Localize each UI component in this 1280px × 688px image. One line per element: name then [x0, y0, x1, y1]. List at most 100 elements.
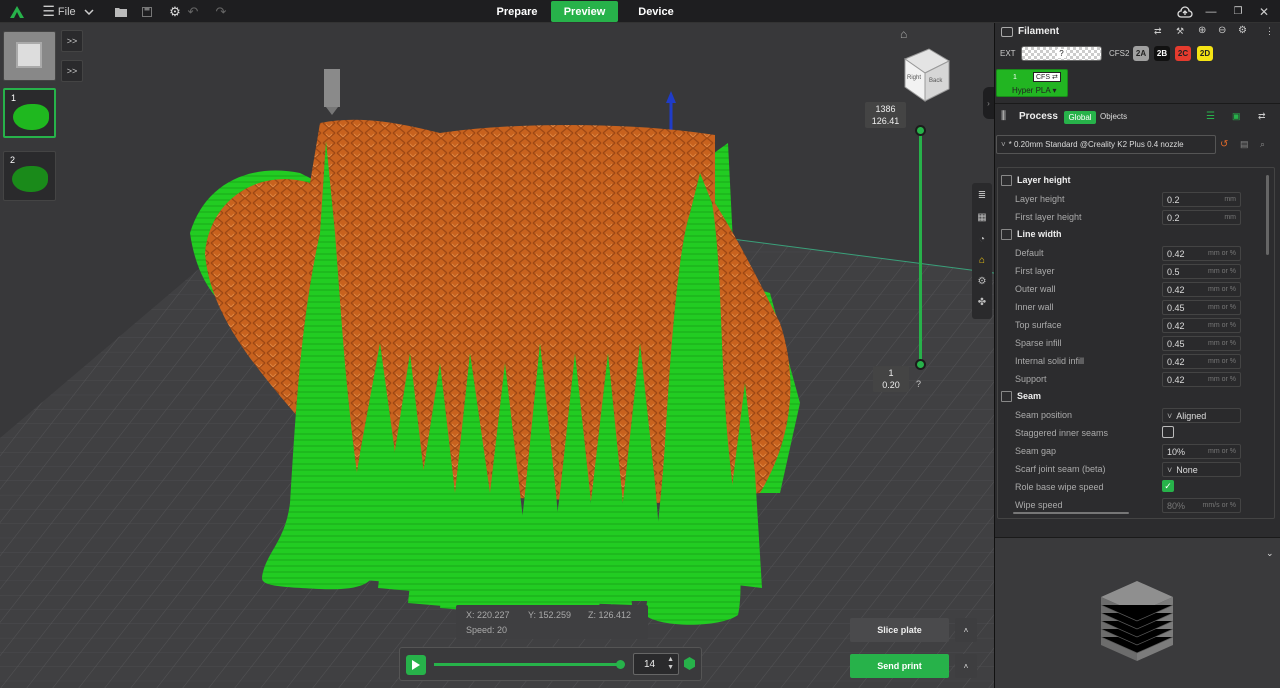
first-layer-height-input[interactable]: 0.2 mm	[1162, 210, 1241, 225]
cloud-upload-icon[interactable]	[1176, 0, 1194, 23]
plate-1-thumbnail[interactable]: 1	[3, 88, 56, 138]
lw-outer-wall-input[interactable]: 0.42 mm or %	[1162, 282, 1241, 297]
send-options-button[interactable]: ˄	[955, 654, 977, 678]
layer-slider-top-handle[interactable]	[915, 125, 926, 136]
tab-preview[interactable]: Preview	[551, 1, 618, 22]
lw-inner-wall-input[interactable]: 0.45 mm or %	[1162, 300, 1241, 315]
plate-overview-thumbnail[interactable]	[3, 31, 56, 81]
seam-gap-input[interactable]: 10% mm or %	[1162, 444, 1241, 459]
search-icon[interactable]: ⌕	[1260, 139, 1265, 150]
plate-2-thumbnail[interactable]: 2	[3, 151, 56, 201]
home-view-icon[interactable]: ⌂	[900, 27, 914, 41]
lw-first-layer-input[interactable]: 0.5 mm or %	[1162, 264, 1241, 279]
close-icon[interactable]: ✕	[1257, 0, 1271, 23]
view-cube[interactable]: Right Back	[895, 47, 955, 105]
save-preset-icon[interactable]: ▤	[1240, 139, 1249, 150]
restore-icon[interactable]: ❐	[1231, 0, 1245, 23]
lw-default-value: 0.42	[1167, 248, 1185, 259]
line-width-section: Line width	[1001, 226, 1062, 242]
preset-dropdown[interactable]: ˅ * 0.20mm Standard @Creality K2 Plus 0.4…	[996, 135, 1216, 154]
filament-remove-icon[interactable]: ⊖	[1218, 25, 1226, 36]
layers-icon[interactable]: ≣	[973, 186, 991, 204]
lw-default-label: Default	[1015, 248, 1044, 258]
preset-value: * 0.20mm Standard @Creality K2 Plus 0.4 …	[1008, 140, 1184, 149]
process-compare-icon[interactable]: ▣	[1232, 111, 1241, 122]
tab-device-label: Device	[638, 5, 674, 18]
lw-top-surface-input[interactable]: 0.42 mm or %	[1162, 318, 1241, 333]
slice-options-button[interactable]: ˄	[955, 618, 977, 642]
cfs-chip-2b-label: 2B	[1156, 49, 1168, 58]
play-button[interactable]	[406, 655, 426, 675]
lw-internal-solid-infill-input[interactable]: 0.42 mm or %	[1162, 354, 1241, 369]
plate-2-model-preview	[12, 166, 48, 192]
seam-section-title: Seam	[1017, 391, 1042, 401]
lw-sparse-infill-input[interactable]: 0.45 mm or %	[1162, 336, 1241, 351]
expand-plates-label: >>	[66, 66, 78, 76]
process-switch-icon[interactable]: ⇄	[1258, 111, 1266, 122]
minimize-icon[interactable]: —	[1204, 0, 1218, 23]
lw-support-input[interactable]: 0.42 mm or %	[1162, 372, 1241, 387]
undo-icon[interactable]: ↶	[186, 0, 200, 23]
support-icon[interactable]: ⌂	[973, 251, 991, 269]
redo-icon[interactable]: ↷	[214, 0, 228, 23]
chevron-down-icon[interactable]	[82, 0, 96, 23]
gear-icon[interactable]: ⚙	[168, 0, 182, 23]
z-value: 126.412	[598, 610, 632, 620]
open-folder-icon[interactable]	[114, 0, 128, 23]
scarf-joint-dropdown[interactable]: ˅ None	[1162, 462, 1241, 477]
send-print-button[interactable]: Send print	[850, 654, 949, 678]
role-wipe-checkbox[interactable]: ✓	[1162, 480, 1174, 492]
print-bed-scene	[0, 23, 994, 688]
collapse-preview-icon[interactable]: ⌄	[1266, 548, 1274, 559]
settings-icon[interactable]: ⚙	[973, 272, 991, 290]
cfs-chip-2c[interactable]: 2C	[1175, 46, 1191, 61]
app-logo-icon[interactable]	[8, 0, 26, 23]
lw-top-surface-unit: mm or %	[1208, 322, 1236, 329]
layer-slider-track[interactable]	[919, 131, 922, 365]
tab-prepare[interactable]: Prepare	[488, 1, 546, 22]
process-list-icon[interactable]: ☰	[1206, 111, 1215, 122]
global-toggle[interactable]: Global	[1064, 111, 1096, 124]
seam-gap-unit: mm or %	[1208, 448, 1236, 455]
expand-sidebar-button[interactable]: >>	[61, 30, 83, 52]
collapse-panel-tab[interactable]: ›	[983, 87, 994, 119]
filament-slot-1[interactable]: 1 CFS ⇄ Hyper PLA ▾	[996, 69, 1068, 97]
scarf-joint-label: Scarf joint seam (beta)	[1015, 464, 1106, 474]
z-label: Z:	[588, 610, 596, 620]
filament-tools-icon[interactable]: ⚒	[1176, 26, 1184, 37]
cfs-chip-2b[interactable]: 2B	[1154, 46, 1170, 61]
reset-preset-icon[interactable]: ↺	[1220, 139, 1228, 150]
cfs-chip-2d[interactable]: 2D	[1197, 46, 1213, 61]
lw-internal-solid-infill-unit: mm or %	[1208, 358, 1236, 365]
layer-height-input[interactable]: 0.2 mm	[1162, 192, 1241, 207]
file-menu[interactable]: ☰ File	[40, 0, 78, 23]
staggered-seams-checkbox[interactable]	[1162, 426, 1174, 438]
filament-more-icon[interactable]: ⋮	[1265, 26, 1274, 37]
filament-sync-icon[interactable]: ⇄	[1154, 26, 1162, 37]
ext-filament-slot[interactable]: ?	[1021, 46, 1102, 61]
objects-toggle[interactable]: Objects	[1100, 112, 1127, 121]
3d-preview-viewport[interactable]: 1 2 >> >> ⌂ Right Back 1386 126.41 1 0.2…	[0, 23, 994, 688]
layer-slider-help-icon[interactable]: ?	[916, 379, 921, 389]
filament-add-icon[interactable]: ⊕	[1198, 25, 1206, 36]
expand-plates-button[interactable]: >>	[61, 60, 83, 82]
seam-position-dropdown[interactable]: ˅ Aligned	[1162, 408, 1241, 423]
wipe-speed-input[interactable]: 80% mm/s or %	[1162, 498, 1241, 513]
slice-plate-button[interactable]: Slice plate	[850, 618, 949, 642]
lw-default-input[interactable]: 0.42 mm or %	[1162, 246, 1241, 261]
speed-value: 20	[497, 625, 508, 635]
settings-scrollbar[interactable]	[1266, 175, 1269, 255]
layer-height-unit: mm	[1224, 196, 1236, 203]
multi-part-icon[interactable]: ✤	[973, 293, 991, 311]
layer-slider-bottom-handle[interactable]	[915, 359, 926, 370]
save-icon[interactable]	[140, 0, 154, 23]
cfs-chip-2a[interactable]: 2A	[1133, 46, 1149, 61]
spinner-arrows-icon[interactable]: ▲ ▼	[667, 656, 674, 672]
move-spinner[interactable]: 14 ▲ ▼	[633, 653, 679, 675]
tab-device[interactable]: Device	[628, 1, 684, 22]
speed-gauge-icon[interactable]: ◔	[973, 230, 991, 248]
grid-view-icon[interactable]: ▦	[973, 208, 991, 226]
filament-slot-name[interactable]: Hyper PLA ▾	[1012, 86, 1057, 95]
role-wipe-label: Role base wipe speed	[1015, 482, 1104, 492]
filament-settings-icon[interactable]: ⚙	[1238, 25, 1247, 36]
